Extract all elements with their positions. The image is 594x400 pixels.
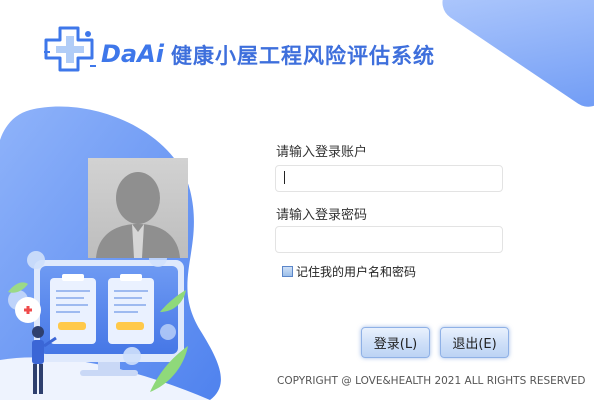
- text-caret: [284, 171, 285, 184]
- exit-button[interactable]: 退出(E): [440, 327, 509, 358]
- avatar-person-icon: [96, 172, 180, 258]
- remember-checkbox[interactable]: [282, 265, 293, 277]
- remember-row[interactable]: 记住我的用户名和密码: [282, 263, 416, 279]
- remember-label: 记住我的用户名和密码: [296, 264, 417, 279]
- login-window: DaAi 健康小屋工程风险评估系统 请输入登录账户 请输入登录密码 记住我的用户…: [0, 0, 594, 400]
- corner-decoration: [435, 0, 594, 114]
- account-label: 请输入登录账户: [276, 145, 368, 160]
- password-label: 请输入登录密码: [276, 208, 368, 223]
- app-title: 健康小屋工程风险评估系统: [171, 44, 435, 68]
- logo-cross-icon: [44, 26, 96, 72]
- password-input[interactable]: [275, 226, 503, 253]
- account-input[interactable]: [275, 165, 503, 192]
- login-button[interactable]: 登录(L): [361, 327, 430, 358]
- copyright-text: COPYRIGHT @ LOVE&HEALTH 2021 ALL RIGHTS …: [277, 375, 586, 387]
- user-avatar: [88, 158, 188, 258]
- brand-name: DaAi: [101, 40, 164, 68]
